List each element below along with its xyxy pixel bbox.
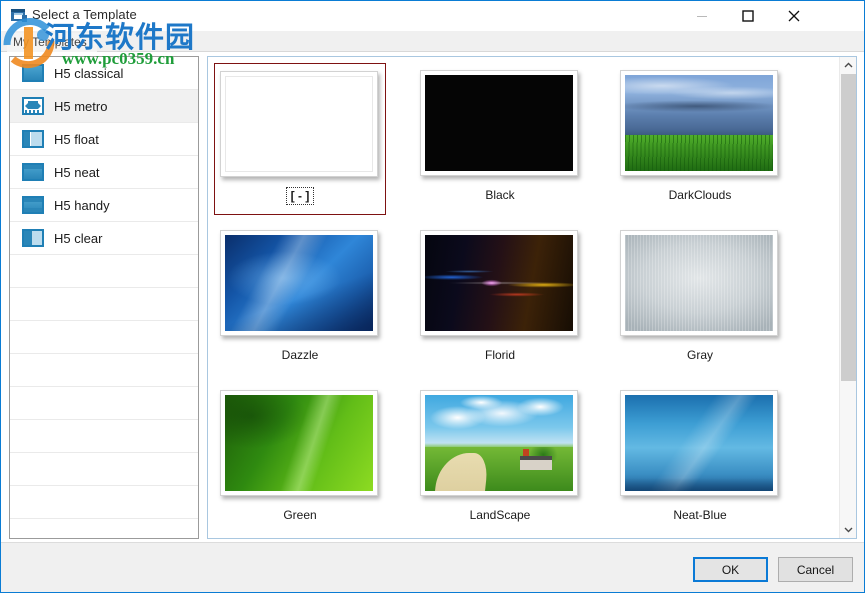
template-thumbnail bbox=[620, 230, 780, 338]
layout-handy-icon bbox=[22, 196, 44, 214]
sidebar-empty-row[interactable] bbox=[10, 387, 198, 420]
template-tile-florid[interactable]: Florid bbox=[414, 223, 586, 375]
maximize-button[interactable] bbox=[725, 1, 771, 30]
sidebar-item-h5-handy[interactable]: H5 handy bbox=[10, 189, 198, 222]
select-template-dialog: Select a Template My Templates bbox=[0, 0, 865, 593]
template-label: Dazzle bbox=[278, 347, 323, 363]
template-label: LandScape bbox=[466, 507, 535, 523]
template-tile-gray[interactable]: Gray bbox=[614, 223, 786, 375]
template-gallery-panel: [ - ] Black DarkClouds bbox=[207, 56, 857, 539]
sidebar-item-label: H5 clear bbox=[54, 231, 102, 246]
page-title: Select a Template bbox=[32, 7, 137, 22]
template-thumbnail bbox=[420, 230, 580, 338]
tab-my-templates[interactable]: My Templates bbox=[7, 33, 97, 52]
sidebar-item-label: H5 neat bbox=[54, 165, 100, 180]
tab-strip: My Templates bbox=[1, 31, 864, 52]
template-tile-darkclouds[interactable]: DarkClouds bbox=[614, 63, 786, 215]
template-thumbnail bbox=[420, 70, 580, 178]
scrollbar-thumb[interactable] bbox=[841, 74, 856, 381]
close-icon bbox=[787, 9, 801, 23]
sidebar-empty-row[interactable] bbox=[10, 255, 198, 288]
sidebar-empty-row[interactable] bbox=[10, 453, 198, 486]
title-bar: Select a Template bbox=[1, 1, 864, 31]
template-category-list[interactable]: H5 classical H5 metro H5 float bbox=[9, 56, 199, 539]
sidebar-item-label: H5 classical bbox=[54, 66, 123, 81]
template-tile-neat-blue[interactable]: Neat-Blue bbox=[614, 383, 786, 535]
sidebar-item-h5-classical[interactable]: H5 classical bbox=[10, 57, 198, 90]
sidebar-item-label: H5 metro bbox=[54, 99, 107, 114]
dialog-footer: OK Cancel bbox=[1, 542, 864, 592]
template-thumbnail bbox=[220, 390, 380, 498]
minimize-icon bbox=[696, 10, 708, 22]
sidebar-item-label: H5 handy bbox=[54, 198, 110, 213]
sidebar-empty-row[interactable] bbox=[10, 321, 198, 354]
template-label: DarkClouds bbox=[665, 187, 736, 203]
template-thumbnail bbox=[220, 71, 380, 179]
template-label: Neat-Blue bbox=[669, 507, 730, 523]
chevron-down-icon bbox=[844, 525, 853, 534]
template-tile-dazzle[interactable]: Dazzle bbox=[214, 223, 386, 375]
dialog-body: H5 classical H5 metro H5 float bbox=[1, 52, 864, 542]
minimize-button[interactable] bbox=[679, 1, 725, 30]
maximize-icon bbox=[741, 9, 755, 23]
sidebar-empty-row[interactable] bbox=[10, 420, 198, 453]
cancel-button[interactable]: Cancel bbox=[778, 557, 853, 582]
close-button[interactable] bbox=[771, 1, 817, 30]
chevron-up-icon bbox=[844, 61, 853, 70]
tab-label: My Templates bbox=[13, 35, 87, 49]
template-label: Black bbox=[481, 187, 518, 203]
sidebar-item-label: H5 float bbox=[54, 132, 99, 147]
template-label: Gray bbox=[683, 347, 717, 363]
template-grid: [ - ] Black DarkClouds bbox=[208, 57, 840, 539]
layout-neat-icon bbox=[22, 163, 44, 181]
layout-clear-icon bbox=[22, 229, 44, 247]
sidebar-item-h5-clear[interactable]: H5 clear bbox=[10, 222, 198, 255]
ok-button[interactable]: OK bbox=[693, 557, 768, 582]
scroll-down-button[interactable] bbox=[840, 521, 857, 538]
template-label: [ - ] bbox=[287, 188, 314, 204]
sidebar-empty-row[interactable] bbox=[10, 519, 198, 539]
layout-metro-icon bbox=[22, 97, 44, 115]
layout-classical-icon bbox=[22, 64, 44, 82]
template-window-icon bbox=[10, 7, 28, 25]
template-tile-black[interactable]: Black bbox=[414, 63, 586, 215]
sidebar-item-h5-neat[interactable]: H5 neat bbox=[10, 156, 198, 189]
template-thumbnail bbox=[620, 390, 780, 498]
sidebar-empty-row[interactable] bbox=[10, 486, 198, 519]
landscape-path bbox=[435, 453, 489, 491]
layout-float-icon bbox=[22, 130, 44, 148]
template-tile-green[interactable]: Green bbox=[214, 383, 386, 535]
sidebar-empty-row[interactable] bbox=[10, 288, 198, 321]
template-thumbnail bbox=[420, 390, 580, 498]
template-thumbnail bbox=[620, 70, 780, 178]
scroll-up-button[interactable] bbox=[840, 57, 857, 74]
template-thumbnail bbox=[220, 230, 380, 338]
gallery-scrollbar[interactable] bbox=[839, 57, 856, 538]
sidebar-item-h5-float[interactable]: H5 float bbox=[10, 123, 198, 156]
sidebar-empty-row[interactable] bbox=[10, 354, 198, 387]
template-tile-blank[interactable]: [ - ] bbox=[214, 63, 386, 215]
template-label: Green bbox=[279, 507, 320, 523]
landscape-house bbox=[520, 456, 553, 470]
ok-button-label: OK bbox=[722, 563, 739, 577]
sidebar-item-h5-metro[interactable]: H5 metro bbox=[10, 90, 198, 123]
cancel-button-label: Cancel bbox=[797, 563, 834, 577]
template-tile-landscape[interactable]: LandScape bbox=[414, 383, 586, 535]
template-label: Florid bbox=[481, 347, 519, 363]
